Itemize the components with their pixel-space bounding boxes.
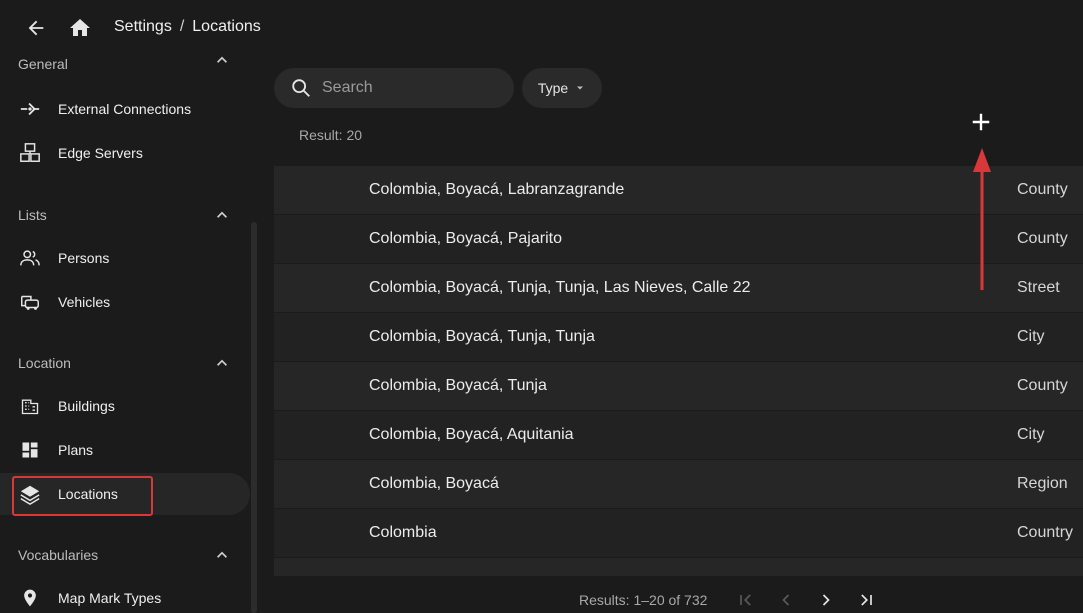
table-row[interactable]: Colombia, Boyacá, Tunja County bbox=[274, 362, 1083, 411]
annotation-arrow bbox=[973, 148, 991, 290]
first-page-icon bbox=[740, 593, 751, 606]
location-type: Region bbox=[1017, 475, 1068, 492]
caret-down-icon bbox=[577, 86, 584, 90]
search-box[interactable] bbox=[274, 68, 514, 108]
sidebar-item-label: Buildings bbox=[58, 398, 115, 414]
sidebar-item-label: Map Mark Types bbox=[58, 590, 162, 606]
sidebar-item-label: Plans bbox=[58, 442, 94, 458]
chevron-up-icon bbox=[210, 56, 234, 72]
last-page-icon bbox=[861, 593, 872, 606]
location-type: County bbox=[1017, 230, 1068, 247]
chevron-up-icon bbox=[210, 543, 234, 567]
add-location-button[interactable] bbox=[967, 108, 995, 136]
plans-icon bbox=[18, 438, 42, 462]
location-name: Colombia, Boyacá, Aquitania bbox=[369, 426, 574, 443]
sidebar-item-edge-servers[interactable]: Edge Servers bbox=[0, 132, 250, 174]
sidebar-item-persons[interactable]: Persons bbox=[0, 237, 250, 279]
prev-page-button[interactable] bbox=[774, 588, 798, 612]
connection-icon bbox=[18, 97, 42, 121]
location-type: Country bbox=[1017, 524, 1074, 541]
breadcrumb: Settings / Locations bbox=[114, 18, 261, 36]
search-icon bbox=[292, 79, 310, 97]
chevron-up-icon bbox=[210, 203, 234, 227]
chevron-right-icon bbox=[822, 593, 830, 606]
sidebar-item-label: Vehicles bbox=[58, 294, 111, 310]
sidebar-item-vehicles[interactable]: Vehicles bbox=[0, 281, 250, 323]
section-header-vocabularies[interactable]: Vocabularies bbox=[18, 543, 234, 567]
location-type: City bbox=[1017, 328, 1045, 345]
pagination: Results: 1–20 of 732 bbox=[274, 586, 1083, 613]
servers-icon bbox=[18, 141, 42, 165]
table-row[interactable] bbox=[274, 558, 1083, 576]
location-name: Colombia bbox=[369, 524, 437, 541]
sidebar-item-map-mark-types[interactable]: Map Mark Types bbox=[0, 577, 250, 613]
breadcrumb-locations: Locations bbox=[192, 18, 261, 35]
sidebar-item-buildings[interactable]: Buildings bbox=[0, 385, 250, 427]
location-type: County bbox=[1017, 377, 1068, 394]
vehicles-icon bbox=[18, 290, 42, 314]
app-window: Settings / Locations General External Co… bbox=[0, 0, 1083, 613]
sidebar-item-locations[interactable]: Locations bbox=[0, 473, 250, 515]
table-row[interactable]: Colombia, Boyacá, Aquitania City bbox=[274, 411, 1083, 460]
chevron-left-icon bbox=[782, 593, 790, 606]
sidebar-item-plans[interactable]: Plans bbox=[0, 429, 250, 471]
locations-table: Colombia, Boyacá, Labranzagrande County … bbox=[274, 166, 1083, 576]
home-icon bbox=[70, 19, 90, 36]
map-marker-icon bbox=[18, 586, 42, 610]
section-title-vocabularies: Vocabularies bbox=[18, 547, 99, 563]
building-icon bbox=[18, 394, 42, 418]
location-type: City bbox=[1017, 426, 1045, 443]
sidebar-item-label: External Connections bbox=[58, 101, 192, 117]
sidebar-scrollbar[interactable] bbox=[251, 222, 257, 613]
persons-icon bbox=[18, 246, 42, 270]
location-name: Colombia, Boyacá, Tunja, Tunja, Las Niev… bbox=[369, 279, 751, 296]
last-page-button[interactable] bbox=[854, 588, 878, 612]
sidebar-item-label: Edge Servers bbox=[58, 145, 143, 161]
back-button[interactable] bbox=[16, 8, 56, 48]
section-header-general[interactable]: General bbox=[18, 56, 234, 72]
table-row[interactable]: Colombia, Boyacá, Labranzagrande County bbox=[274, 166, 1083, 215]
table-row[interactable]: Colombia, Boyacá Region bbox=[274, 460, 1083, 509]
table-row[interactable]: Colombia, Boyacá, Tunja, Tunja City bbox=[274, 313, 1083, 362]
table-row[interactable]: Colombia, Boyacá, Pajarito County bbox=[274, 215, 1083, 264]
search-input[interactable] bbox=[322, 79, 492, 97]
section-title-lists: Lists bbox=[18, 207, 47, 223]
chevron-up-icon bbox=[210, 351, 234, 375]
section-header-location[interactable]: Location bbox=[18, 351, 234, 375]
section-header-lists[interactable]: Lists bbox=[18, 203, 234, 227]
location-name: Colombia, Boyacá, Labranzagrande bbox=[369, 181, 625, 198]
sidebar-item-label: Locations bbox=[58, 486, 118, 502]
arrow-left-icon bbox=[28, 20, 44, 36]
pagination-label: Results: 1–20 of 732 bbox=[579, 591, 708, 608]
table-row[interactable]: Colombia, Boyacá, Tunja, Tunja, Las Niev… bbox=[274, 264, 1083, 313]
section-title-location: Location bbox=[18, 355, 71, 371]
main-content: Type Result: 20 Colombia, Boyacá, Labran… bbox=[274, 56, 1083, 613]
location-name: Colombia, Boyacá, Tunja bbox=[369, 377, 547, 394]
home-button[interactable] bbox=[60, 8, 100, 48]
location-name: Colombia, Boyacá, Tunja, Tunja bbox=[369, 328, 595, 345]
first-page-button[interactable] bbox=[734, 588, 758, 612]
result-count: Result: 20 bbox=[299, 127, 363, 143]
top-bar: Settings / Locations bbox=[0, 0, 1083, 56]
location-name: Colombia, Boyacá bbox=[369, 475, 499, 492]
sidebar-item-label: Persons bbox=[58, 250, 110, 266]
type-filter-label: Type bbox=[537, 80, 569, 96]
section-title-general: General bbox=[18, 56, 68, 72]
type-filter-button[interactable]: Type bbox=[522, 68, 602, 108]
location-name: Colombia, Boyacá, Pajarito bbox=[369, 230, 562, 247]
table-row[interactable]: Colombia Country bbox=[274, 509, 1083, 558]
location-type: County bbox=[1017, 181, 1068, 198]
layers-icon bbox=[18, 482, 42, 506]
sidebar: General External Connections Edge Server… bbox=[0, 56, 262, 613]
sidebar-item-external-connections[interactable]: External Connections bbox=[0, 88, 250, 130]
plus-icon bbox=[972, 113, 990, 131]
next-page-button[interactable] bbox=[814, 588, 838, 612]
breadcrumb-separator: / bbox=[179, 18, 185, 35]
breadcrumb-settings[interactable]: Settings bbox=[114, 18, 172, 36]
location-type: Street bbox=[1017, 279, 1060, 296]
